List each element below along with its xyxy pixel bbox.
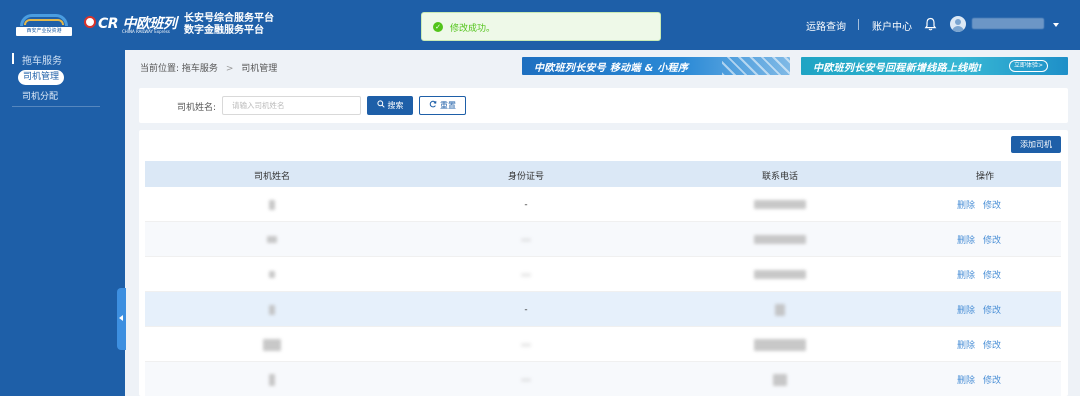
edit-link[interactable]: 修改 — [983, 373, 1001, 386]
cell-id-card: - — [524, 304, 528, 315]
cell-id-card — [399, 257, 653, 292]
chevron-right-icon: > — [225, 64, 234, 74]
banner-new-routes[interactable]: 中欧班列长安号回程新增线路上线啦! 立即体验> — [801, 57, 1068, 75]
table-row: - 删除 修改 — [145, 187, 1061, 222]
cell-phone — [653, 257, 907, 292]
search-button[interactable]: 搜索 — [367, 96, 413, 115]
driver-name-label: 司机姓名: — [177, 103, 217, 113]
cell-id-card: - — [524, 199, 528, 210]
delete-link[interactable]: 删除 — [957, 198, 975, 211]
edit-link[interactable]: 修改 — [983, 233, 1001, 246]
cell-driver-name — [145, 362, 399, 396]
banner-mobile-app[interactable]: 中欧班列长安号 移动端 & 小程序 — [522, 57, 790, 75]
chevron-down-icon[interactable] — [1053, 23, 1059, 27]
banner-mobile-app-text: 中欧班列长安号 移动端 & 小程序 — [534, 63, 689, 74]
search-icon — [376, 100, 385, 110]
row-actions: 删除 修改 — [957, 187, 1001, 222]
cell-id-card — [399, 327, 653, 362]
delete-link[interactable]: 删除 — [957, 373, 975, 386]
column-header-id-card: 身份证号 — [507, 172, 544, 182]
breadcrumb-item-driver-management: 司机管理 — [241, 64, 278, 74]
sidebar-divider — [12, 106, 100, 107]
cell-phone — [653, 292, 907, 327]
username[interactable] — [972, 18, 1044, 29]
sidebar-item-driver-assignment[interactable]: 司机分配 — [22, 89, 58, 102]
breadcrumb-prefix: 当前位置: — [140, 64, 180, 74]
nav-separator — [858, 19, 859, 30]
avatar[interactable] — [950, 16, 966, 32]
cell-driver-name — [145, 327, 399, 362]
cell-phone — [653, 222, 907, 257]
row-actions: 删除 修改 — [957, 257, 1001, 292]
toast-message: 修改成功。 — [450, 24, 496, 34]
table-header: 司机姓名 身份证号 联系电话 操作 — [145, 161, 1061, 187]
sidebar-item-driver-management[interactable]: 司机管理 — [18, 70, 64, 85]
table-row: - 删除 修改 — [145, 292, 1061, 327]
column-header-actions: 操作 — [975, 172, 994, 182]
success-toast: ✓ 修改成功。 — [421, 12, 661, 41]
column-header-driver-name: 司机姓名 — [253, 172, 290, 182]
xian-logo: 西安产业投资港 — [16, 12, 72, 36]
search-panel: 司机姓名: 搜索 重置 — [139, 88, 1068, 123]
group-indicator — [12, 53, 14, 64]
check-circle-icon: ✓ — [433, 22, 443, 32]
banner-cta-button[interactable]: 立即体验> — [1009, 60, 1049, 72]
row-actions: 删除 修改 — [957, 327, 1001, 362]
reset-button-label: 重置 — [440, 101, 456, 110]
banner-new-routes-text: 中欧班列长安号回程新增线路上线啦! — [813, 63, 983, 74]
nav-account-center[interactable]: 账户中心 — [872, 18, 912, 33]
table-panel: 添加司机 司机姓名 身份证号 联系电话 操作 - 删除 修改 删除 修改 删除 … — [139, 130, 1068, 396]
table-row: 删除 修改 — [145, 362, 1061, 396]
edit-link[interactable]: 修改 — [983, 338, 1001, 351]
edit-link[interactable]: 修改 — [983, 303, 1001, 316]
reset-button[interactable]: 重置 — [419, 96, 466, 115]
delete-link[interactable]: 删除 — [957, 338, 975, 351]
refresh-icon — [429, 100, 437, 110]
breadcrumb-item-tow-service[interactable]: 拖车服务 — [182, 64, 218, 74]
china-railway-express-logo: CR 中欧班列 CHINA RAILWAY Express — [84, 14, 177, 36]
table-row: 删除 修改 — [145, 222, 1061, 257]
nav-route-query[interactable]: 运路查询 — [806, 18, 846, 33]
cell-phone — [653, 327, 907, 362]
row-actions: 删除 修改 — [957, 222, 1001, 257]
driver-name-input[interactable] — [222, 96, 361, 115]
cell-phone — [653, 362, 907, 396]
sidebar: 拖车服务 司机管理 司机分配 — [0, 50, 126, 396]
cell-driver-name — [145, 187, 399, 222]
platform-title: 长安号综合服务平台 数字金融服务平台 — [184, 13, 274, 37]
platform-title-line2: 数字金融服务平台 — [184, 25, 264, 36]
cell-driver-name — [145, 222, 399, 257]
cell-phone — [653, 187, 907, 222]
table-row: 删除 修改 — [145, 327, 1061, 362]
column-header-phone: 联系电话 — [761, 172, 798, 182]
row-actions: 删除 修改 — [957, 362, 1001, 396]
row-actions: 删除 修改 — [957, 292, 1001, 327]
add-driver-button[interactable]: 添加司机 — [1011, 136, 1061, 153]
top-header: 西安产业投资港 CR 中欧班列 CHINA RAILWAY Express 长安… — [0, 0, 1080, 50]
search-button-label: 搜索 — [387, 101, 404, 110]
delete-link[interactable]: 删除 — [957, 303, 975, 316]
platform-title-line1: 长安号综合服务平台 — [184, 13, 274, 24]
breadcrumb: 当前位置: 拖车服务 > 司机管理 — [140, 61, 277, 74]
sidebar-collapse-handle[interactable] — [117, 288, 126, 350]
table-row: 删除 修改 — [145, 257, 1061, 292]
cell-driver-name — [145, 257, 399, 292]
bell-icon[interactable] — [924, 17, 937, 31]
cell-driver-name — [145, 292, 399, 327]
cell-id-card — [399, 222, 653, 257]
sidebar-group-tow-service[interactable]: 拖车服务 — [22, 52, 62, 67]
cell-id-card — [399, 362, 653, 396]
edit-link[interactable]: 修改 — [983, 268, 1001, 281]
delete-link[interactable]: 删除 — [957, 268, 975, 281]
delete-link[interactable]: 删除 — [957, 233, 975, 246]
chevron-left-icon — [119, 315, 123, 321]
edit-link[interactable]: 修改 — [983, 198, 1001, 211]
